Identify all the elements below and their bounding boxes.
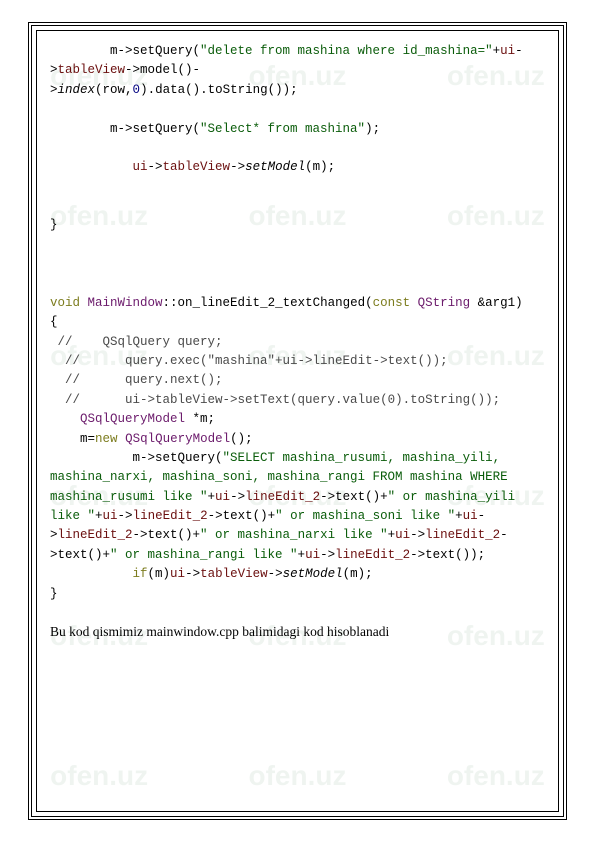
page-content: m->setQuery("delete from mashina where i…: [50, 42, 545, 800]
description-paragraph: Bu kod qismimiz mainwindow.cpp balimidag…: [50, 622, 545, 643]
code-block: m->setQuery("delete from mashina where i…: [50, 42, 545, 604]
